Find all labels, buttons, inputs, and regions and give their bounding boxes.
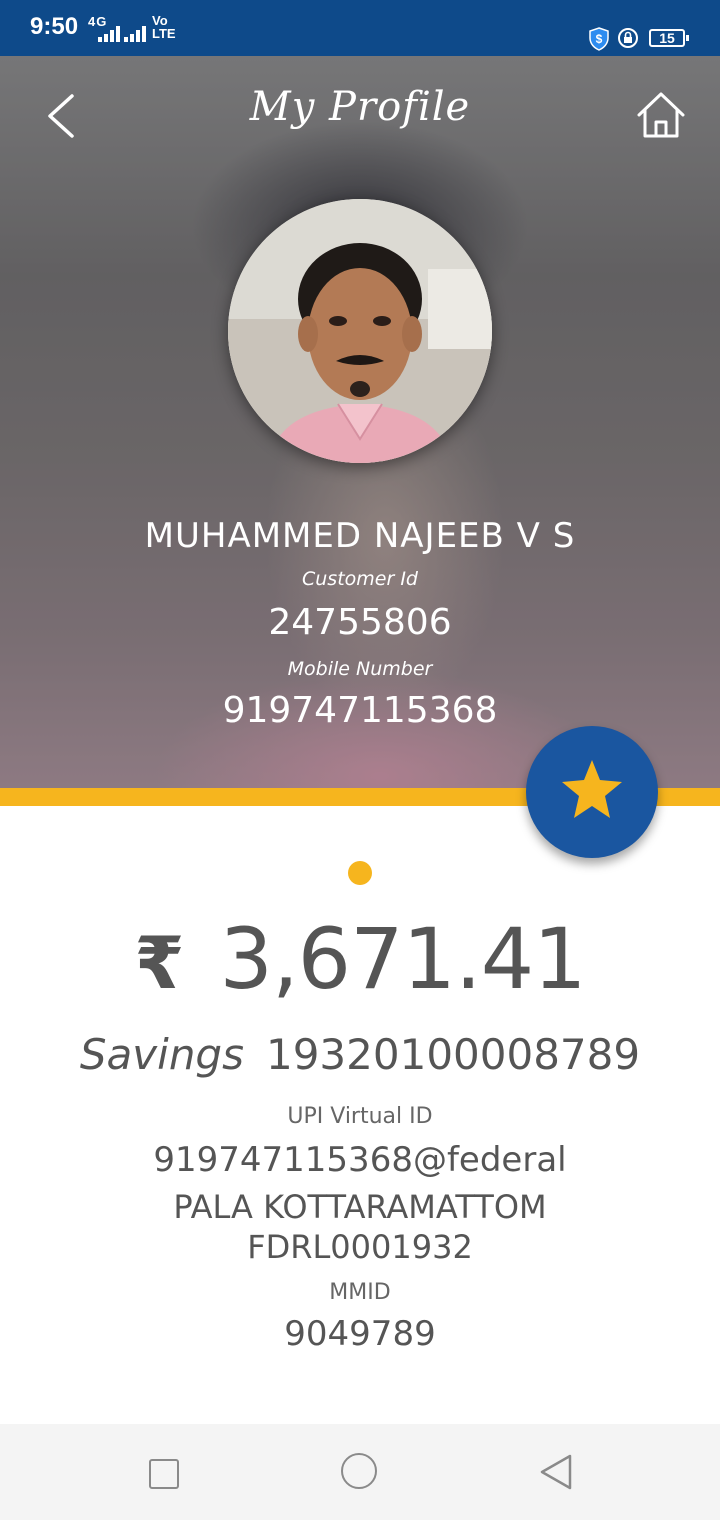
- mobile-number-value: 919747115368: [222, 690, 498, 731]
- customer-id-value: 24755806: [268, 602, 452, 643]
- signal-icon: [98, 26, 120, 42]
- status-bar: 9:50 4G Vo LTE $ 15: [0, 0, 720, 56]
- home-icon: [637, 92, 685, 138]
- mmid-value: 9049789: [284, 1314, 436, 1354]
- account-number: 19320100008789: [265, 1030, 641, 1079]
- shield-icon: $: [588, 27, 610, 55]
- rotation-lock-icon: [617, 27, 639, 53]
- currency-symbol: ₹: [134, 921, 184, 1005]
- battery-icon: 15: [649, 29, 689, 47]
- svg-text:$: $: [596, 32, 603, 46]
- account-type: Savings: [79, 1030, 244, 1079]
- account-balance: ₹3,671.41: [0, 910, 720, 1008]
- ifsc-code: FDRL0001932: [247, 1228, 473, 1266]
- favorite-button[interactable]: [526, 726, 658, 858]
- recents-square-icon[interactable]: [149, 1459, 179, 1489]
- avatar[interactable]: [228, 199, 492, 463]
- home-circle-icon[interactable]: [341, 1453, 377, 1489]
- status-time: 9:50: [30, 13, 79, 40]
- system-nav-bar: [0, 1424, 720, 1520]
- upi-id: 919747115368@federal: [153, 1140, 567, 1180]
- home-button[interactable]: [634, 88, 688, 142]
- signal-icon-2: [124, 26, 146, 42]
- customer-id-label: Customer Id: [302, 568, 418, 590]
- volte-indicator: Vo LTE: [152, 13, 176, 41]
- mmid-label: MMID: [329, 1280, 391, 1305]
- account-info: Savings 19320100008789: [0, 1030, 720, 1079]
- customer-name: MUHAMMED NAJEEB V S: [144, 516, 576, 556]
- branch-name: PALA KOTTARAMATTOM: [173, 1188, 547, 1226]
- page-indicator-dot: [348, 861, 372, 885]
- mobile-number-label: Mobile Number: [287, 658, 433, 680]
- star-icon: [562, 760, 622, 818]
- page-title: My Profile: [249, 84, 471, 130]
- balance-amount: 3,671.41: [219, 910, 587, 1008]
- upi-label: UPI Virtual ID: [287, 1104, 433, 1129]
- back-triangle-icon[interactable]: [538, 1453, 574, 1495]
- profile-header: My Profile MUHAMMED NAJEEB V S Customer …: [0, 56, 720, 788]
